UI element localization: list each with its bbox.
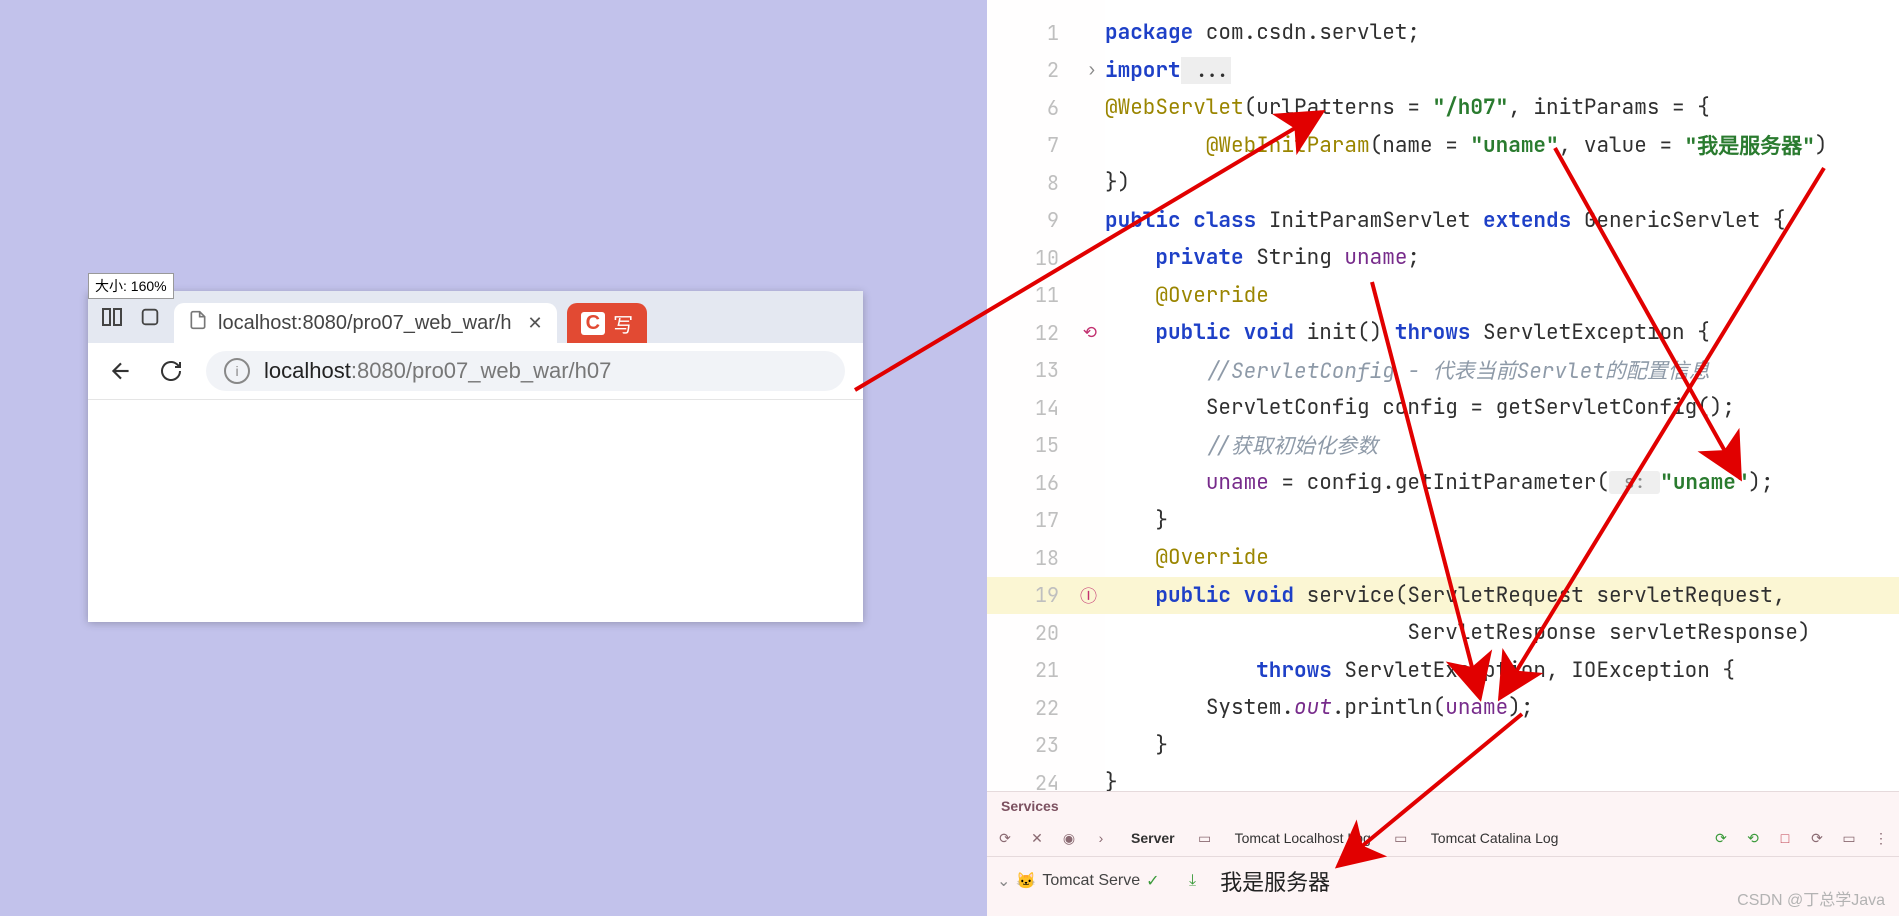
window-icon[interactable] [136, 303, 164, 331]
services-toolbar: ⟳ ✕ ◉ › Server ▭ Tomcat Localhost Log ▭ … [987, 820, 1899, 857]
url-bar[interactable]: i localhost:8080/pro07_web_war/h07 [206, 351, 845, 391]
reload-button[interactable] [156, 356, 186, 386]
output-icon[interactable]: ▭ [1837, 826, 1861, 850]
tab-localhost-log[interactable]: Tomcat Localhost Log [1225, 830, 1381, 846]
check-icon: ✓ [1146, 871, 1159, 891]
browser-content [88, 400, 863, 622]
watermark: CSDN @丁总学Java [1737, 886, 1885, 910]
tab-catalina-log[interactable]: Tomcat Catalina Log [1421, 830, 1569, 846]
line-number: 9 [987, 202, 1105, 240]
line-number: 16 [987, 464, 1105, 502]
refresh-icon[interactable]: ⟳ [1805, 826, 1829, 850]
line-number: 20 [987, 614, 1105, 652]
info-icon[interactable]: i [224, 358, 250, 384]
zoom-tooltip: 大小: 160% [88, 273, 174, 299]
download-icon[interactable]: ⤓ [1189, 872, 1196, 890]
line-number: 12⟲ [987, 314, 1105, 352]
line-number: 6 [987, 89, 1105, 127]
log-icon: ▭ [1193, 826, 1217, 850]
log-icon: ▭ [1389, 826, 1413, 850]
browser-toolbar: i localhost:8080/pro07_web_war/h07 [88, 343, 863, 400]
browser-tabbar: localhost:8080/pro07_web_war/h ✕ C 写 [88, 291, 863, 343]
line-number: 1 [987, 14, 1105, 52]
gutter: 1 2› 6 7 8 9 10 11 12⟲ 13 14 15 16 17 18… [987, 0, 1105, 792]
tree-label: Tomcat Serve [1042, 872, 1140, 890]
tab-title: localhost:8080/pro07_web_war/h [218, 312, 512, 335]
url-text: localhost:8080/pro07_web_war/h07 [264, 358, 611, 384]
browser-tab-active[interactable]: localhost:8080/pro07_web_war/h ✕ [174, 303, 557, 343]
line-number: 23 [987, 727, 1105, 765]
override-gutter-icon[interactable]: ⟲ [1083, 322, 1097, 344]
line-number: 10 [987, 239, 1105, 277]
code-editor[interactable]: 1 2› 6 7 8 9 10 11 12⟲ 13 14 15 16 17 18… [987, 0, 1899, 792]
line-number: 21 [987, 652, 1105, 690]
debug-icon[interactable]: ⟳ [993, 826, 1017, 850]
tomcat-icon: 🐱 [1016, 871, 1036, 891]
line-number: 19Ⓘ [987, 577, 1105, 615]
stop-icon[interactable]: ✕ [1025, 826, 1049, 850]
line-number: 8 [987, 164, 1105, 202]
console-output: 我是服务器 [1196, 865, 1330, 897]
line-number: 22 [987, 689, 1105, 727]
next-icon[interactable]: › [1089, 826, 1113, 850]
page-icon [188, 310, 208, 336]
redeploy-icon[interactable]: ⟲ [1741, 826, 1765, 850]
stop-square-icon[interactable]: □ [1773, 826, 1797, 850]
services-title: Services [987, 792, 1899, 820]
code-area[interactable]: package com.csdn.servlet; import ... @We… [1105, 0, 1899, 792]
browser-tab-second[interactable]: C 写 [567, 303, 647, 343]
line-number: 18 [987, 539, 1105, 577]
server-tree-item[interactable]: ⌄ 🐱 Tomcat Serve ✓ [997, 871, 1181, 891]
line-number: 7 [987, 127, 1105, 165]
line-number: 11 [987, 277, 1105, 315]
line-number: 13 [987, 352, 1105, 390]
line-number: 17 [987, 502, 1105, 540]
chevron-down-icon: ⌄ [997, 871, 1010, 891]
close-icon[interactable]: ✕ [528, 313, 543, 334]
tab2-title: 写 [613, 309, 633, 338]
tab-server[interactable]: Server [1121, 830, 1185, 846]
more-icon[interactable]: ⋮ [1869, 826, 1893, 850]
line-number: 15 [987, 427, 1105, 465]
browser-window: 大小: 160% localhost:8080/pro07_web_war/h … [88, 291, 863, 621]
sidebar-icon[interactable] [98, 303, 126, 331]
rerun-icon[interactable]: ⟳ [1709, 826, 1733, 850]
fold-icon[interactable]: › [1087, 59, 1097, 81]
line-number: 14 [987, 389, 1105, 427]
implements-gutter-icon[interactable]: Ⓘ [1080, 582, 1097, 608]
back-button[interactable] [106, 356, 136, 386]
csdn-icon: C [581, 312, 605, 335]
view-icon[interactable]: ◉ [1057, 826, 1081, 850]
ide-panel: 1 2› 6 7 8 9 10 11 12⟲ 13 14 15 16 17 18… [987, 0, 1899, 916]
line-number: 2› [987, 52, 1105, 90]
